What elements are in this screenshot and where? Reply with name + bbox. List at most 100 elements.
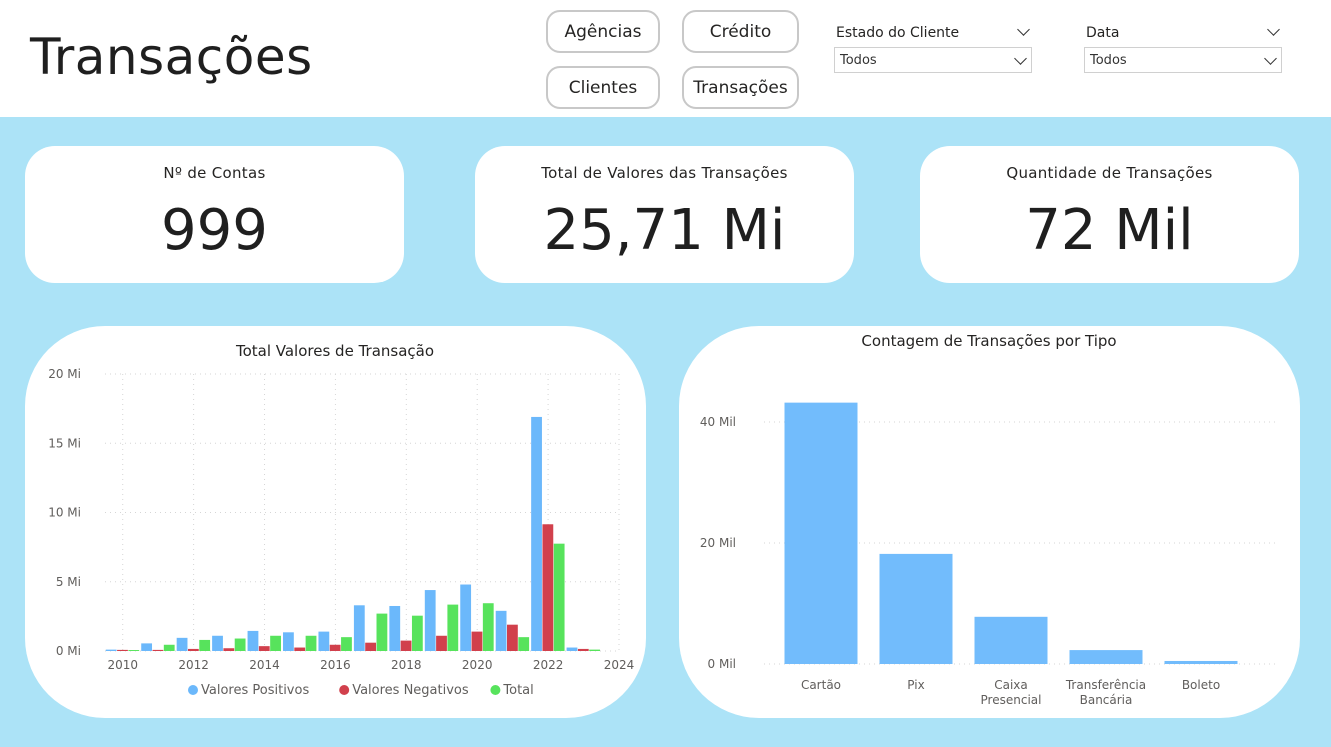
slicer-label: Estado do Cliente [836, 25, 960, 41]
chart-total-valores: Total Valores de Transação 0 Mi 5 Mi 10 Mi 1… [48, 342, 635, 698]
legend-marker [188, 685, 198, 695]
kpi-card-quantidade: Quantidade de Transações 72 Mil [920, 146, 1299, 283]
x-tick-label: 2024 [604, 658, 635, 672]
y-tick-label: 20 Mil [700, 536, 736, 550]
chevron-down-icon[interactable] [1014, 52, 1027, 65]
kpi-value: 999 [161, 198, 268, 263]
chart-panel-valores: Total Valores de Transação 0 Mi 5 Mi 10 Mi 1… [25, 326, 646, 718]
y-tick-label: 40 Mil [700, 415, 736, 429]
chevron-down-icon[interactable] [1267, 23, 1280, 36]
kpi-card-contas: Nº de Contas 999 [25, 146, 404, 283]
bar-total [270, 635, 281, 651]
slicer-dropdown[interactable]: Todos [1084, 47, 1282, 73]
nav-button-agencias[interactable]: Agências [546, 10, 660, 53]
bar-negativos [294, 647, 306, 651]
bar-negativos [471, 631, 483, 651]
bar-positivos [531, 416, 542, 651]
x-tick-label: 2016 [320, 658, 351, 672]
chart-title: Contagem de Transações por Tipo [861, 332, 1116, 350]
page-title: Transações [30, 28, 313, 86]
report-canvas: Nº de Contas 999 Total de Valores das Tr… [0, 117, 1331, 747]
y-tick-label: 0 Mil [708, 657, 736, 671]
y-tick-label: 0 Mi [56, 644, 81, 658]
bar-negativos [329, 644, 341, 651]
bar-positivos [318, 631, 330, 651]
kpi-value: 25,71 Mi [543, 198, 786, 263]
bar-4 [1069, 650, 1143, 664]
bar-total [376, 613, 388, 651]
slicer-header[interactable]: Estado do Cliente [834, 20, 1034, 44]
bar-positivos [105, 649, 117, 651]
bar-total [411, 615, 423, 651]
nav-button-credito[interactable]: Crédito [682, 10, 799, 53]
bar-5 [1164, 660, 1238, 664]
bar-positivos [176, 637, 188, 651]
bar-positivos [389, 605, 401, 651]
nav-button-clientes[interactable]: Clientes [546, 66, 660, 109]
kpi-value: 72 Mil [1025, 198, 1194, 263]
x-tick-label: Presencial [981, 693, 1042, 707]
nav-button-transacoes[interactable]: Transações [682, 66, 799, 109]
bar-total [163, 644, 175, 651]
y-tick-label: 20 Mi [48, 367, 81, 381]
bar-negativos [117, 649, 128, 651]
x-tick-label: 2014 [249, 658, 280, 672]
kpi-label: Nº de Contas [163, 164, 266, 182]
legend-label: Valores Positivos [201, 683, 309, 698]
bar-negativos [187, 648, 199, 651]
legend-label: Total [502, 683, 533, 698]
header: Transações Agências Crédito Clientes Tra… [0, 0, 1331, 117]
kpi-card-total-valores: Total de Valores das Transações 25,71 Mi [475, 146, 854, 283]
bar-negativos [365, 642, 377, 651]
bar-positivos [566, 647, 578, 651]
x-tick-label: 2012 [178, 658, 209, 672]
x-tick-label: Boleto [1182, 678, 1220, 692]
bar-total [305, 635, 317, 651]
legend-marker [490, 685, 501, 695]
bar-3 [974, 616, 1048, 664]
bar-2 [879, 553, 953, 664]
y-tick-label: 5 Mi [56, 575, 81, 589]
x-tick-label: 2010 [107, 658, 138, 672]
bar-negativos [400, 640, 412, 651]
bar-total [128, 650, 140, 651]
bar-negativos [577, 648, 589, 651]
bar-negativos [436, 635, 447, 651]
bar-total [518, 637, 530, 651]
y-tick-label: 15 Mi [48, 436, 81, 450]
x-tick-label: Transferência [1065, 678, 1146, 692]
chart-title: Total Valores de Transação [235, 342, 434, 360]
bar-positivos [212, 635, 223, 651]
bar-total [482, 603, 494, 651]
slicer-dropdown[interactable]: Todos [834, 47, 1032, 73]
bar-1 [784, 402, 858, 664]
bar-total [553, 543, 565, 651]
bar-positivos [247, 630, 259, 651]
x-tick-label: Caixa [994, 678, 1028, 692]
slicer-value: Todos [840, 53, 877, 68]
x-tick-label: Pix [907, 678, 924, 692]
bar-negativos [507, 624, 518, 651]
bar-positivos [141, 643, 153, 651]
slicer-header[interactable]: Data [1084, 20, 1284, 44]
bar-negativos [223, 648, 235, 651]
chevron-down-icon[interactable] [1264, 52, 1277, 65]
legend-label: Valores Negativos [352, 683, 469, 698]
chevron-down-icon[interactable] [1017, 23, 1030, 36]
bar-total [589, 649, 601, 651]
x-tick-label: 2018 [391, 658, 422, 672]
bar-total [341, 637, 352, 651]
x-tick-label: 2020 [462, 658, 493, 672]
x-tick-label: 2022 [533, 658, 564, 672]
chart-panel-tipos: Contagem de Transações por Tipo 0 Mil 20 M… [679, 326, 1300, 718]
bar-positivos [283, 632, 294, 651]
bar-total [234, 638, 246, 651]
slicer-label: Data [1086, 25, 1120, 41]
chart-contagem-tipo: Contagem de Transações por Tipo 0 Mil 20 M… [700, 332, 1279, 707]
x-tick-label: Bancária [1080, 693, 1133, 707]
bar-positivos [424, 590, 436, 651]
bar-negativos [258, 646, 270, 651]
bar-positivos [495, 610, 507, 651]
slicer-value: Todos [1090, 53, 1127, 68]
bar-total [199, 639, 211, 651]
